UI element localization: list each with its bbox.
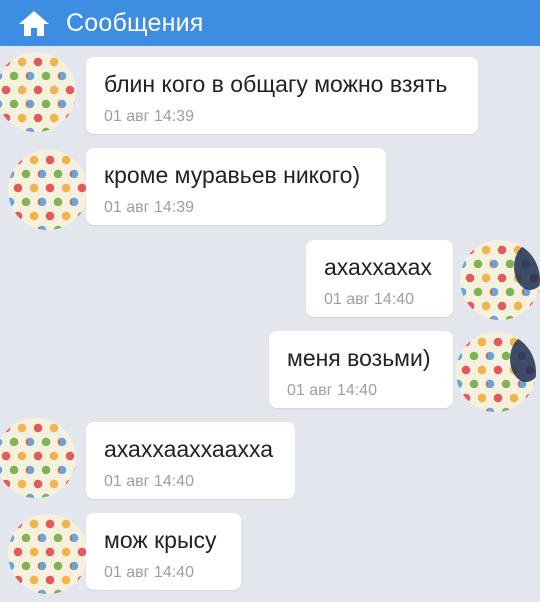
message-bubble[interactable]: ахаххахах 01 авг 14:40 [306,240,453,317]
message-text: меня возьми) [287,345,431,371]
home-icon[interactable] [18,9,50,37]
message-text: мож крысу [104,527,217,553]
avatar[interactable] [0,418,76,498]
top-bar: Сообщения [0,0,540,46]
message-text: ахаххахах [324,254,432,280]
message-time: 01 авг 14:39 [104,199,194,216]
message-time: 01 авг 14:40 [287,382,377,399]
page-title: Сообщения [66,8,204,37]
message-bubble[interactable]: кроме муравьев никого) 01 авг 14:39 [86,148,386,225]
avatar[interactable] [0,52,76,132]
avatar[interactable] [8,150,88,230]
message-text: кроме муравьев никого) [104,162,361,188]
avatar[interactable] [460,240,540,320]
message-text: блин кого в общагу можно взять [104,71,448,97]
message-text: ахаххааххаахха [104,436,274,462]
message-time: 01 авг 14:40 [104,564,194,581]
message-bubble[interactable]: ахаххааххаахха 01 авг 14:40 [86,422,295,499]
message-time: 01 авг 14:39 [104,108,194,125]
avatar[interactable] [8,514,88,594]
message-bubble[interactable]: мож крысу 01 авг 14:40 [86,513,241,590]
message-time: 01 авг 14:40 [104,473,194,490]
message-time: 01 авг 14:40 [324,291,414,308]
message-bubble[interactable]: блин кого в общагу можно взять 01 авг 14… [86,57,478,134]
avatar[interactable] [456,332,536,412]
message-bubble[interactable]: меня возьми) 01 авг 14:40 [269,331,453,408]
